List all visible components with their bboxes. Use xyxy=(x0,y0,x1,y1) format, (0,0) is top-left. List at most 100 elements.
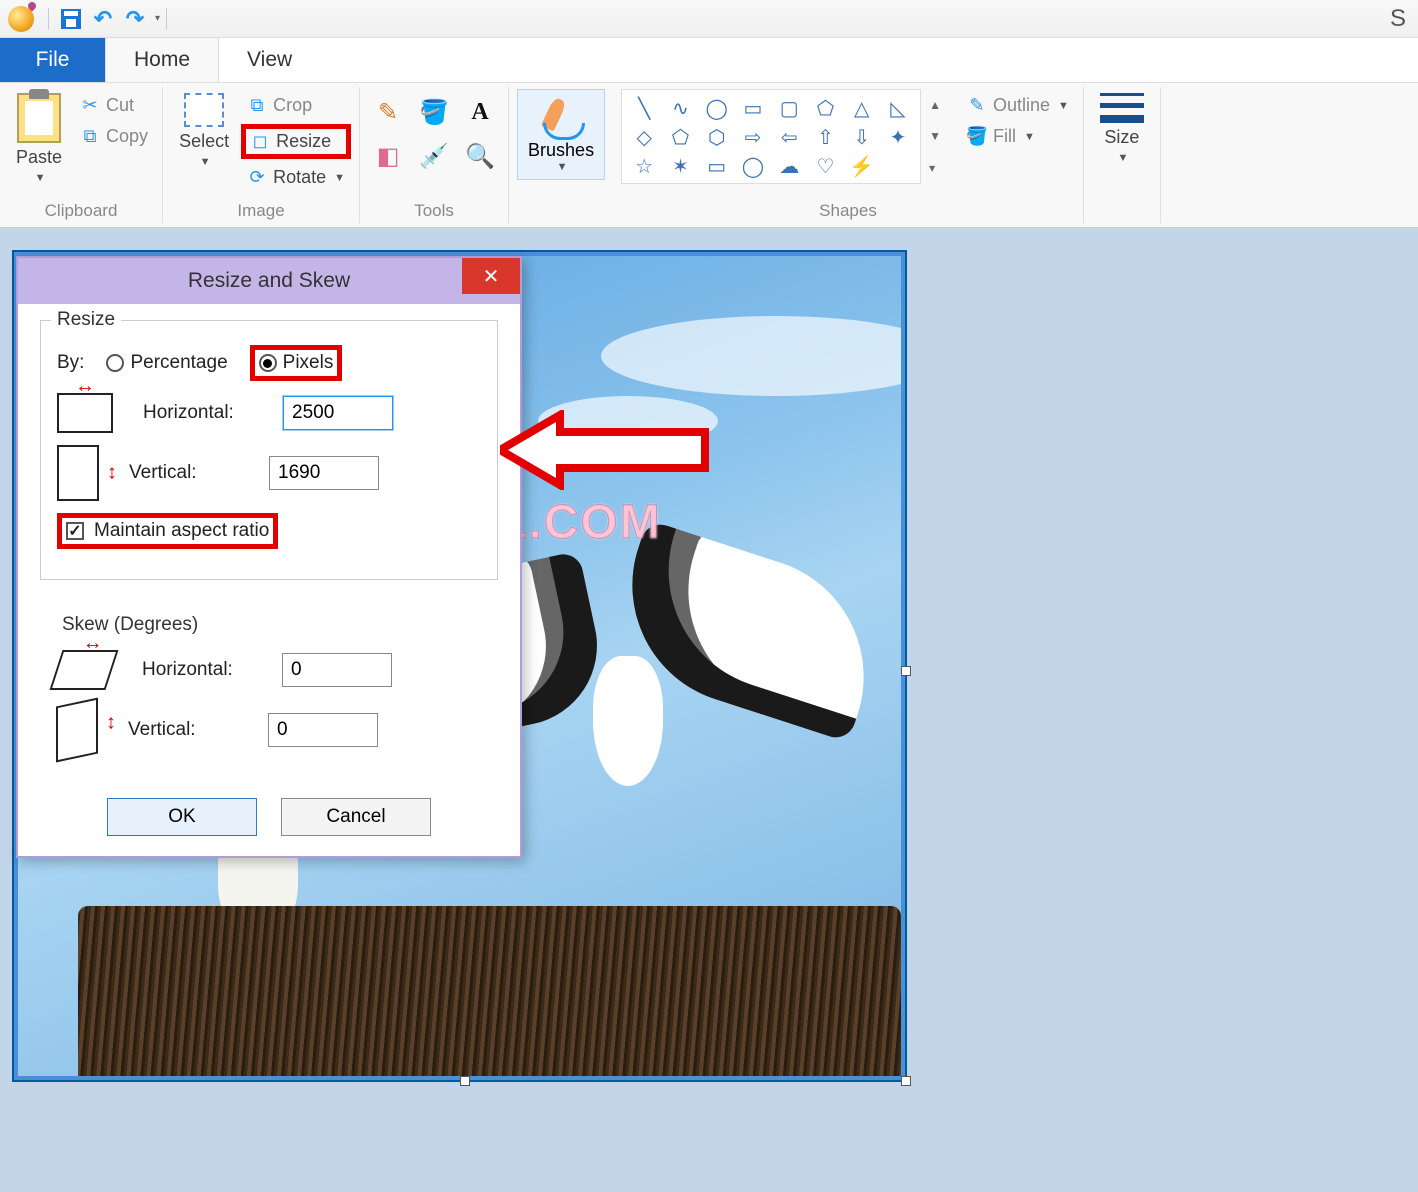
shapes-scroll-down[interactable]: ▼ xyxy=(925,125,945,147)
shape-4star-icon[interactable]: ✦ xyxy=(882,125,914,150)
skew-horizontal-icon xyxy=(50,650,119,690)
copy-button[interactable]: ⧉ Copy xyxy=(74,124,154,149)
shape-callout-rect-icon[interactable]: ▭ xyxy=(701,154,733,179)
resize-icon: ◻ xyxy=(250,132,270,152)
shape-arrow-left-icon[interactable]: ⇦ xyxy=(773,125,805,150)
save-button[interactable] xyxy=(57,5,85,33)
fill-icon: 🪣 xyxy=(967,127,987,147)
shape-callout-cloud-icon[interactable]: ☁ xyxy=(773,154,805,179)
shape-roundrect-icon[interactable]: ▢ xyxy=(773,96,805,121)
resize-handle-corner[interactable] xyxy=(901,1076,911,1086)
text-tool[interactable]: A xyxy=(460,93,500,131)
shape-6star-icon[interactable]: ✶ xyxy=(664,154,696,179)
resize-horizontal-label: Horizontal: xyxy=(143,402,253,424)
shape-outline-button[interactable]: ✎ Outline ▼ xyxy=(961,93,1075,118)
resize-button[interactable]: ◻ Resize xyxy=(241,124,351,159)
tab-home[interactable]: Home xyxy=(105,38,219,82)
radio-percentage[interactable]: Percentage xyxy=(106,352,227,374)
skew-fieldset: Skew (Degrees) Horizontal: Vertical: xyxy=(40,602,498,788)
brush-icon xyxy=(539,96,583,140)
select-label: Select xyxy=(179,131,229,152)
shape-fill-button[interactable]: 🪣 Fill ▼ xyxy=(961,124,1075,149)
shapes-gallery[interactable]: ╲ ∿ ◯ ▭ ▢ ⬠ △ ◺ ◇ ⬠ ⬡ ⇨ ⇦ ⇧ ⇩ ✦ ☆ xyxy=(621,89,921,184)
crop-icon: ⧉ xyxy=(247,96,267,116)
decorative-cloud xyxy=(601,316,901,396)
maintain-aspect-label: Maintain aspect ratio xyxy=(94,520,269,542)
shape-arrow-right-icon[interactable]: ⇨ xyxy=(737,125,769,150)
magnifier-tool[interactable]: 🔍 xyxy=(460,137,500,175)
group-label: Image xyxy=(237,201,284,221)
shape-curve-icon[interactable]: ∿ xyxy=(664,96,696,121)
separator xyxy=(48,8,49,30)
crop-button[interactable]: ⧉ Crop xyxy=(241,93,351,118)
size-icon xyxy=(1100,93,1144,123)
group-tools: ✎ 🪣 A ◧ 💉 🔍 Tools xyxy=(360,87,509,223)
undo-button[interactable]: ↶ xyxy=(89,5,117,33)
chevron-down-icon: ▼ xyxy=(1024,131,1035,143)
paste-button[interactable]: Paste ▼ xyxy=(8,89,70,188)
resize-horizontal-input[interactable] xyxy=(283,396,393,430)
pencil-tool[interactable]: ✎ xyxy=(368,93,408,131)
shape-oval-icon[interactable]: ◯ xyxy=(701,96,733,121)
qat-customize[interactable]: ▾ xyxy=(155,13,160,24)
size-button[interactable]: Size ▼ xyxy=(1092,89,1152,168)
fill-tool[interactable]: 🪣 xyxy=(414,93,454,131)
shape-right-triangle-icon[interactable]: ◺ xyxy=(882,96,914,121)
skew-legend: Skew (Degrees) xyxy=(56,614,482,636)
color-picker-tool[interactable]: 💉 xyxy=(414,137,454,175)
shape-polygon-icon[interactable]: ⬠ xyxy=(809,96,841,121)
tab-file[interactable]: File xyxy=(0,38,105,82)
shapes-scroll: ▲ ▼ ▾ xyxy=(921,89,949,184)
resize-handle-right[interactable] xyxy=(901,666,911,676)
tab-strip: File Home View xyxy=(0,38,1418,83)
ribbon: Paste ▼ ✂ Cut ⧉ Copy Clipboard Select ▼ xyxy=(0,83,1418,228)
size-label: Size xyxy=(1104,127,1139,148)
skew-vertical-input[interactable] xyxy=(268,713,378,747)
shapes-scroll-up[interactable]: ▲ xyxy=(925,94,945,116)
shape-5star-icon[interactable]: ☆ xyxy=(628,154,660,179)
shape-callout-oval-icon[interactable]: ◯ xyxy=(737,154,769,179)
cut-button[interactable]: ✂ Cut xyxy=(74,93,154,118)
rotate-button[interactable]: ⟳ Rotate ▼ xyxy=(241,165,351,190)
shape-rect-icon[interactable]: ▭ xyxy=(737,96,769,121)
shapes-expand[interactable]: ▾ xyxy=(925,157,945,179)
outline-label: Outline xyxy=(993,95,1050,116)
shape-line-icon[interactable]: ╲ xyxy=(628,96,660,121)
dialog-close-button[interactable]: ✕ xyxy=(462,258,520,294)
resize-vertical-input[interactable] xyxy=(269,456,379,490)
tab-view[interactable]: View xyxy=(219,38,321,82)
brushes-button[interactable]: Brushes ▼ xyxy=(517,89,605,180)
shape-arrow-up-icon[interactable]: ⇧ xyxy=(809,125,841,150)
dialog-titlebar[interactable]: Resize and Skew ✕ xyxy=(18,258,520,304)
skew-horizontal-input[interactable] xyxy=(282,653,392,687)
copy-label: Copy xyxy=(106,126,148,147)
separator xyxy=(166,8,167,30)
shape-lightning-icon[interactable]: ⚡ xyxy=(846,154,878,179)
dialog-title: Resize and Skew xyxy=(188,269,350,293)
shape-heart-icon[interactable]: ♡ xyxy=(809,154,841,179)
copy-icon: ⧉ xyxy=(80,127,100,147)
close-icon: ✕ xyxy=(483,264,500,289)
app-icon xyxy=(8,6,34,32)
maintain-aspect-checkbox[interactable]: ✓ Maintain aspect ratio xyxy=(57,513,278,549)
eraser-tool[interactable]: ◧ xyxy=(368,137,408,175)
shape-hexagon-icon[interactable]: ⬡ xyxy=(701,125,733,150)
group-brushes: Brushes ▼ xyxy=(509,87,613,223)
shape-pentagon-icon[interactable]: ⬠ xyxy=(664,125,696,150)
shape-triangle-icon[interactable]: △ xyxy=(846,96,878,121)
skew-horizontal-label: Horizontal: xyxy=(142,659,252,681)
redo-button[interactable]: ↷ xyxy=(121,5,149,33)
radio-pixels[interactable]: Pixels xyxy=(250,345,343,381)
shape-diamond-icon[interactable]: ◇ xyxy=(628,125,660,150)
shape-arrow-down-icon[interactable]: ⇩ xyxy=(846,125,878,150)
ok-button[interactable]: OK xyxy=(107,798,257,836)
group-size: Size ▼ xyxy=(1084,87,1161,223)
cancel-button[interactable]: Cancel xyxy=(281,798,431,836)
redo-icon: ↷ xyxy=(126,6,144,32)
select-button[interactable]: Select ▼ xyxy=(171,89,237,172)
resize-skew-dialog: Resize and Skew ✕ Resize By: Percentage … xyxy=(16,256,522,858)
chevron-down-icon: ▼ xyxy=(557,161,568,173)
resize-handle-bottom[interactable] xyxy=(460,1076,470,1086)
rotate-icon: ⟳ xyxy=(247,168,267,188)
group-image: Select ▼ ⧉ Crop ◻ Resize ⟳ Rotate ▼ Im xyxy=(163,87,360,223)
